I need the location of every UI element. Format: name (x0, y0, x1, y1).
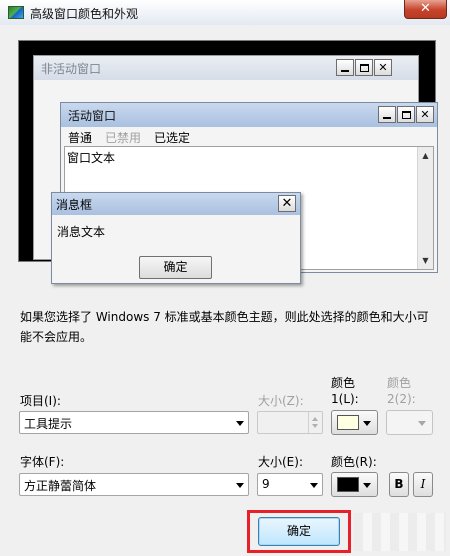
message-box-title: 消息框 (56, 198, 93, 212)
font-color-swatch (337, 477, 359, 492)
color2-button[interactable] (386, 410, 433, 435)
inactive-caption-buttons: ✕ (336, 59, 392, 76)
blurred-area (354, 513, 446, 551)
color1-button[interactable] (331, 410, 378, 435)
scroll-up-icon[interactable]: ▲ (418, 148, 433, 163)
bold-button[interactable]: B (389, 472, 409, 497)
minimize-icon (378, 106, 396, 123)
close-icon: ✕ (278, 195, 296, 212)
font-color-button[interactable] (331, 472, 378, 497)
message-box-ok-button[interactable]: 确定 (139, 256, 212, 279)
font-select[interactable]: 方正静蕾简体 (19, 473, 249, 496)
chevron-down-icon (236, 421, 244, 426)
color1-swatch (337, 415, 359, 430)
active-window-title-bar[interactable]: 活动窗口 ✕ (61, 103, 437, 127)
chevron-down-icon (310, 483, 318, 488)
menu-item-selected[interactable]: 已选定 (147, 127, 196, 145)
window-text: 窗口文本 (67, 151, 116, 165)
display-settings-icon (8, 6, 24, 19)
close-icon: ✕ (416, 106, 434, 123)
item-select[interactable]: 工具提示 (19, 411, 249, 434)
font-label: 字体(F): (20, 455, 65, 469)
maximize-icon (355, 59, 373, 76)
chevron-down-icon (363, 483, 371, 488)
message-box-title-bar[interactable]: 消息框 ✕ (52, 193, 300, 215)
vertical-scrollbar[interactable]: ▲ ▼ (417, 147, 433, 269)
inactive-window-title-bar[interactable]: 非活动窗口 ✕ (34, 56, 418, 80)
color1-label-line1: 颜色 (331, 376, 356, 390)
window-title: 高级窗口颜色和外观 (30, 7, 139, 21)
color2-label-line2: 2(2): (387, 392, 416, 406)
preview-menu-bar: 普通 已禁用 已选定 (61, 127, 437, 145)
menu-item-disabled[interactable]: 已禁用 (98, 127, 147, 145)
message-text: 消息文本 (57, 225, 106, 239)
chevron-down-icon (236, 483, 244, 488)
item-select-value: 工具提示 (24, 417, 73, 431)
font-color-label: 颜色(R): (331, 455, 377, 469)
font-size-label: 大小(E): (258, 455, 303, 469)
scroll-down-icon[interactable]: ▼ (418, 253, 433, 268)
font-size-value: 9 (262, 477, 270, 491)
font-size-select[interactable]: 9 (257, 473, 323, 496)
italic-button[interactable]: I (413, 472, 433, 497)
active-caption-buttons: ✕ (378, 106, 434, 123)
title-bar: 高级窗口颜色和外观 ✕ (0, 0, 450, 25)
message-box-preview[interactable]: 消息框 ✕ 消息文本 确定 (51, 192, 301, 284)
maximize-icon (397, 106, 415, 123)
ok-highlight-box (247, 510, 351, 553)
item-size-spinner[interactable] (257, 411, 323, 434)
font-select-value: 方正静蕾简体 (24, 479, 97, 493)
color2-label-line1: 颜色 (387, 376, 412, 390)
advanced-appearance-dialog: 高级窗口颜色和外观 ✕ 非活动窗口 ✕ 活动窗口 ✕ 普通 已禁用 已选定 窗口… (0, 0, 450, 556)
preview-area[interactable]: 非活动窗口 ✕ 活动窗口 ✕ 普通 已禁用 已选定 窗口文本 ▲ ▼ 消息框 ✕… (18, 40, 438, 284)
spinner-arrows-icon (308, 412, 322, 433)
item-label: 项目(I): (20, 394, 61, 408)
close-icon: ✕ (374, 59, 392, 76)
chevron-down-icon (363, 421, 371, 426)
item-size-label: 大小(Z): (258, 394, 304, 408)
info-text: 如果您选择了 Windows 7 标准或基本颜色主题，则此处选择的颜色和大小可能… (20, 310, 429, 344)
color1-label-line2: 1(L): (331, 392, 359, 406)
inactive-window-title: 非活动窗口 (41, 62, 102, 76)
menu-item-normal[interactable]: 普通 (61, 127, 98, 145)
minimize-icon (336, 59, 354, 76)
close-button[interactable]: ✕ (404, 0, 447, 19)
chevron-down-icon (418, 421, 426, 426)
active-window-title: 活动窗口 (68, 109, 117, 123)
